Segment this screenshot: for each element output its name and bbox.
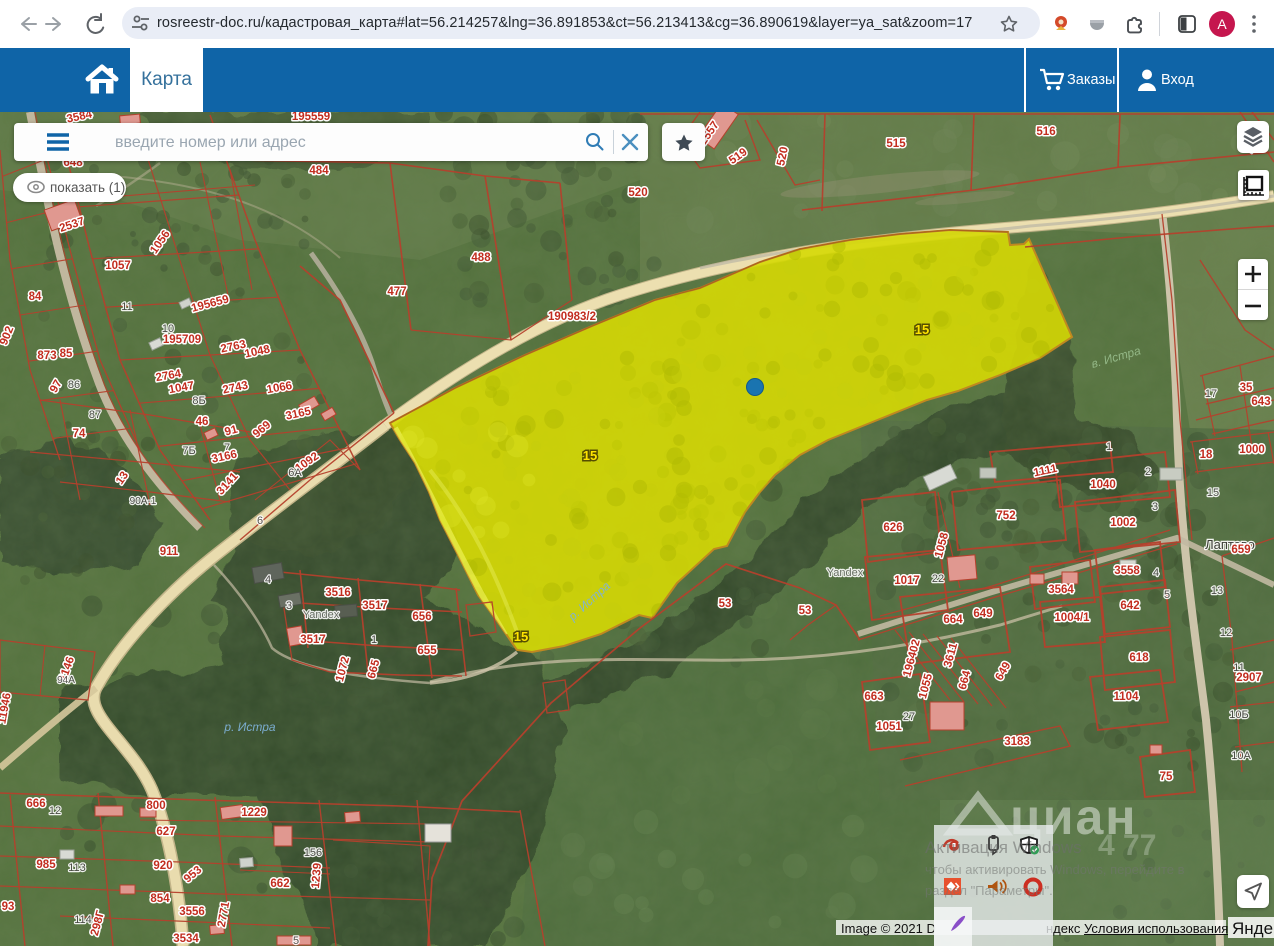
svg-text:11: 11 — [121, 301, 132, 313]
svg-text:477: 477 — [387, 286, 406, 298]
svg-text:7Б: 7Б — [182, 445, 195, 457]
svg-text:1017: 1017 — [894, 575, 920, 587]
svg-text:53: 53 — [719, 598, 732, 610]
svg-text:90А-1: 90А-1 — [130, 496, 157, 507]
svg-text:649: 649 — [973, 608, 992, 620]
svg-text:3517: 3517 — [362, 600, 388, 612]
svg-text:195559: 195559 — [292, 112, 330, 123]
svg-text:11: 11 — [1233, 662, 1244, 674]
svg-text:1040: 1040 — [1090, 479, 1116, 491]
svg-text:р. Истра: р. Истра — [223, 720, 275, 734]
svg-text:113: 113 — [68, 862, 86, 874]
svg-text:15: 15 — [1207, 487, 1219, 499]
svg-text:656: 656 — [412, 611, 431, 623]
svg-text:1002: 1002 — [1110, 517, 1136, 529]
svg-text:516: 516 — [1036, 126, 1055, 138]
svg-text:1239: 1239 — [310, 862, 324, 889]
svg-text:1229: 1229 — [241, 807, 267, 819]
svg-text:4 77: 4 77 — [1098, 829, 1156, 862]
svg-text:752: 752 — [996, 510, 1015, 522]
svg-text:985: 985 — [36, 859, 56, 871]
svg-text:12: 12 — [1220, 627, 1232, 639]
svg-text:18: 18 — [1200, 449, 1213, 461]
svg-text:5: 5 — [293, 935, 299, 946]
svg-text:15: 15 — [583, 448, 597, 463]
svg-text:Yandex: Yandex — [303, 609, 340, 621]
svg-text:6: 6 — [257, 515, 263, 527]
svg-text:663: 663 — [864, 691, 883, 703]
svg-text:114: 114 — [74, 914, 92, 926]
svg-text:190983/2: 190983/2 — [548, 311, 596, 323]
svg-text:920: 920 — [153, 860, 172, 872]
svg-text:86: 86 — [68, 379, 80, 391]
svg-text:3564: 3564 — [1048, 584, 1074, 596]
svg-text:911: 911 — [160, 546, 179, 558]
svg-text:666: 666 — [26, 798, 45, 810]
svg-text:1051: 1051 — [876, 721, 902, 733]
svg-text:488: 488 — [471, 252, 491, 264]
svg-text:3534: 3534 — [173, 933, 199, 945]
svg-text:873: 873 — [37, 350, 56, 362]
svg-text:156: 156 — [304, 847, 322, 859]
svg-text:5: 5 — [1164, 589, 1170, 601]
svg-text:662: 662 — [270, 878, 289, 890]
svg-text:626: 626 — [883, 522, 902, 534]
svg-text:3556: 3556 — [179, 906, 205, 918]
svg-text:854: 854 — [150, 893, 170, 905]
svg-text:53: 53 — [799, 605, 812, 617]
svg-text:642: 642 — [1120, 600, 1139, 612]
svg-text:15: 15 — [915, 322, 929, 337]
svg-text:1: 1 — [1106, 441, 1112, 453]
svg-text:12: 12 — [49, 805, 61, 817]
svg-text:3183: 3183 — [1004, 736, 1030, 748]
svg-text:4: 4 — [1153, 567, 1159, 579]
svg-text:1057: 1057 — [105, 260, 131, 272]
svg-text:1104: 1104 — [1114, 691, 1140, 703]
svg-text:2: 2 — [1145, 466, 1151, 478]
svg-text:643: 643 — [1251, 396, 1270, 408]
svg-text:3: 3 — [286, 600, 292, 612]
svg-text:10А: 10А — [1231, 750, 1251, 762]
svg-text:4: 4 — [265, 574, 271, 586]
svg-text:13: 13 — [1211, 585, 1223, 597]
svg-text:10Б: 10Б — [1229, 709, 1248, 721]
svg-text:3517: 3517 — [300, 634, 326, 646]
svg-text:195709: 195709 — [163, 334, 201, 346]
svg-text:3516: 3516 — [325, 587, 351, 599]
svg-text:22: 22 — [932, 573, 944, 585]
svg-text:27: 27 — [903, 711, 915, 723]
svg-text:1000: 1000 — [1239, 444, 1265, 456]
svg-text:84: 84 — [29, 291, 42, 303]
svg-text:6А: 6А — [288, 467, 302, 479]
svg-text:8Б: 8Б — [192, 395, 205, 407]
svg-text:35: 35 — [1240, 382, 1253, 394]
svg-text:1004/1: 1004/1 — [1054, 612, 1090, 624]
svg-text:Yandex: Yandex — [827, 567, 864, 579]
svg-text:664: 664 — [943, 614, 963, 626]
svg-text:520: 520 — [628, 187, 647, 199]
svg-text:46: 46 — [196, 416, 209, 428]
svg-text:515: 515 — [886, 138, 906, 150]
svg-text:627: 627 — [156, 826, 175, 838]
svg-text:87: 87 — [89, 409, 101, 421]
svg-text:93: 93 — [2, 901, 15, 913]
svg-text:659: 659 — [1231, 544, 1250, 556]
svg-text:15: 15 — [514, 629, 528, 644]
svg-text:3558: 3558 — [1114, 565, 1140, 577]
svg-text:3: 3 — [1152, 501, 1158, 513]
svg-text:75: 75 — [1160, 771, 1173, 783]
svg-text:800: 800 — [146, 800, 165, 812]
svg-text:74: 74 — [73, 428, 86, 440]
svg-text:85: 85 — [60, 348, 73, 360]
svg-text:484: 484 — [309, 165, 329, 177]
svg-text:655: 655 — [417, 645, 437, 657]
svg-text:618: 618 — [1129, 652, 1149, 664]
svg-text:1: 1 — [371, 634, 377, 646]
svg-text:17: 17 — [1205, 388, 1217, 400]
svg-text:94А: 94А — [57, 675, 75, 686]
